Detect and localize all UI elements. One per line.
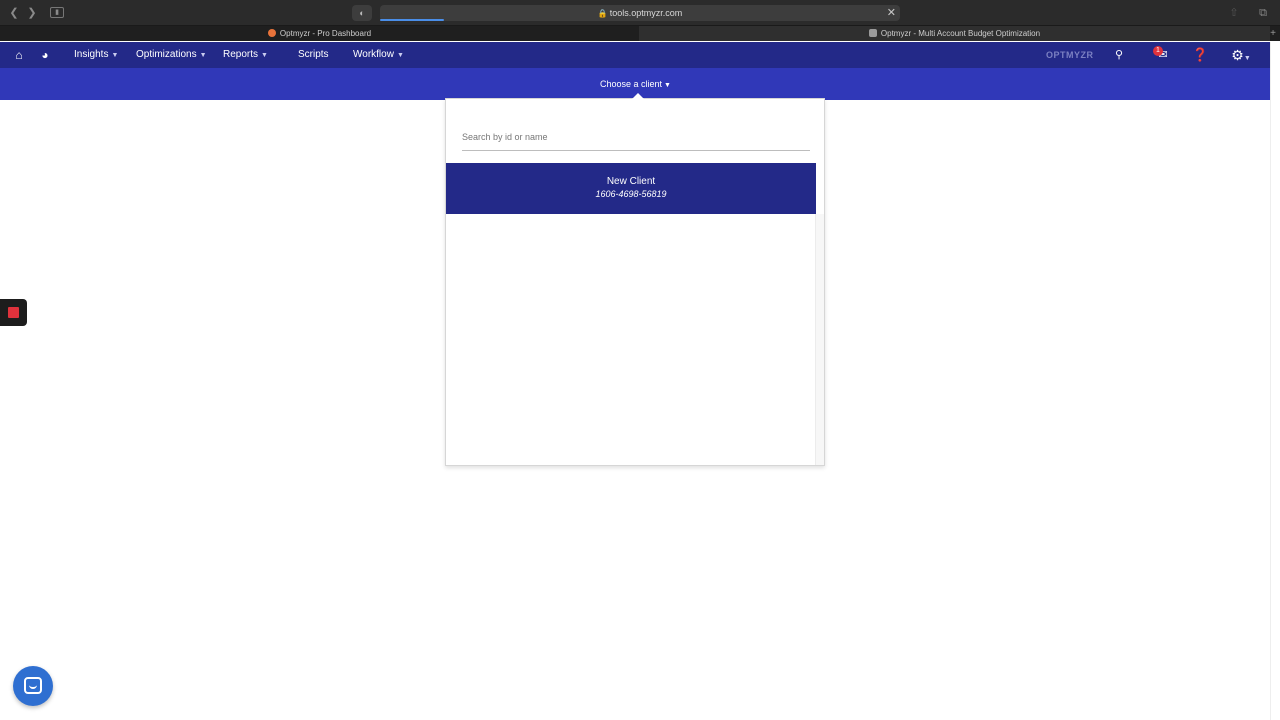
caret-down-icon: ▼ [261,52,268,59]
chat-launcher-button[interactable] [13,666,53,706]
tab-title: Optmyzr - Pro Dashboard [279,29,372,38]
nav-label: Reports [223,49,259,60]
tabs-overview-icon[interactable]: ⧉ [1255,6,1271,20]
nav-label: Insights [74,49,109,60]
client-search-input[interactable] [462,123,810,151]
notification-badge: 1 [1153,46,1163,56]
lock-icon: 🔒 [597,9,608,18]
home-icon[interactable]: ⌂ [11,47,27,63]
nav-optimizations[interactable]: Optimizations ▼ [136,42,207,68]
back-icon[interactable]: ❮ [6,6,22,20]
client-id: 1606-4698-56819 [595,189,667,199]
nav-insights[interactable]: Insights ▼ [74,42,118,68]
help-icon[interactable]: ❓ [1192,47,1208,63]
caret-down-icon: ▼ [396,52,404,59]
settings-icon[interactable]: ⚙▼ [1228,47,1254,63]
nav-label: Workflow [353,49,394,60]
dropdown-pointer [632,93,644,99]
new-tab-icon[interactable]: + [1270,26,1276,41]
privacy-shield-icon[interactable]: ◐ [352,5,372,21]
url-text: tools.optmyzr.com [609,8,683,18]
tab-pro-dashboard[interactable]: Optmyzr - Pro Dashboard [0,26,639,41]
recording-indicator[interactable] [0,299,27,326]
search-icon[interactable]: ⚲ [1111,47,1127,63]
main-navbar: ⌂ ◕ Insights ▼ Optimizations ▼ Reports ▼ Sc… [0,42,1270,68]
choose-client-label: Choose a client [600,79,663,89]
client-name: New Client [606,176,656,187]
client-option[interactable]: New Client 1606-4698-56819 [446,163,816,214]
tab-budget-optimization[interactable]: Optmyzr - Multi Account Budget Optimizat… [639,26,1270,41]
nav-scripts[interactable]: Scripts [298,42,329,68]
browser-toolbar: ❮ ❯ ▮ ◐ 🔒 tools.optmyzr.com ✕ ⇧ ⧉ [0,0,1280,26]
page-scrollbar[interactable] [1270,42,1280,720]
optmyzr-favicon-icon [267,29,276,37]
page-favicon-icon [868,29,877,37]
dropdown-scrollbar[interactable] [815,214,824,465]
caret-down-icon: ▼ [111,52,119,59]
brand-logo: OPTMYZR [1046,50,1094,60]
address-bar[interactable]: 🔒 tools.optmyzr.com ✕ [380,5,900,21]
nav-label: Optimizations [136,49,197,60]
stop-loading-icon[interactable]: ✕ [887,5,896,21]
nav-label: Scripts [298,49,329,60]
forward-icon[interactable]: ❯ [24,6,40,20]
stop-record-icon [8,307,19,318]
page-load-progress [380,19,444,21]
dashboard-icon[interactable]: ◕ [37,47,53,63]
nav-workflow[interactable]: Workflow ▼ [353,42,404,68]
tab-strip: Optmyzr - Pro Dashboard Optmyzr - Multi … [0,26,1280,41]
client-dropdown-panel: New Client 1606-4698-56819 [445,98,825,466]
sidebar-toggle-icon[interactable]: ▮ [50,7,64,18]
caret-down-icon: ▼ [199,52,207,59]
chat-icon [24,677,42,694]
nav-reports[interactable]: Reports ▼ [223,42,268,68]
tab-title: Optmyzr - Multi Account Budget Optimizat… [880,29,1041,38]
caret-down-icon: ▼ [664,82,671,89]
share-icon[interactable]: ⇧ [1226,6,1242,20]
